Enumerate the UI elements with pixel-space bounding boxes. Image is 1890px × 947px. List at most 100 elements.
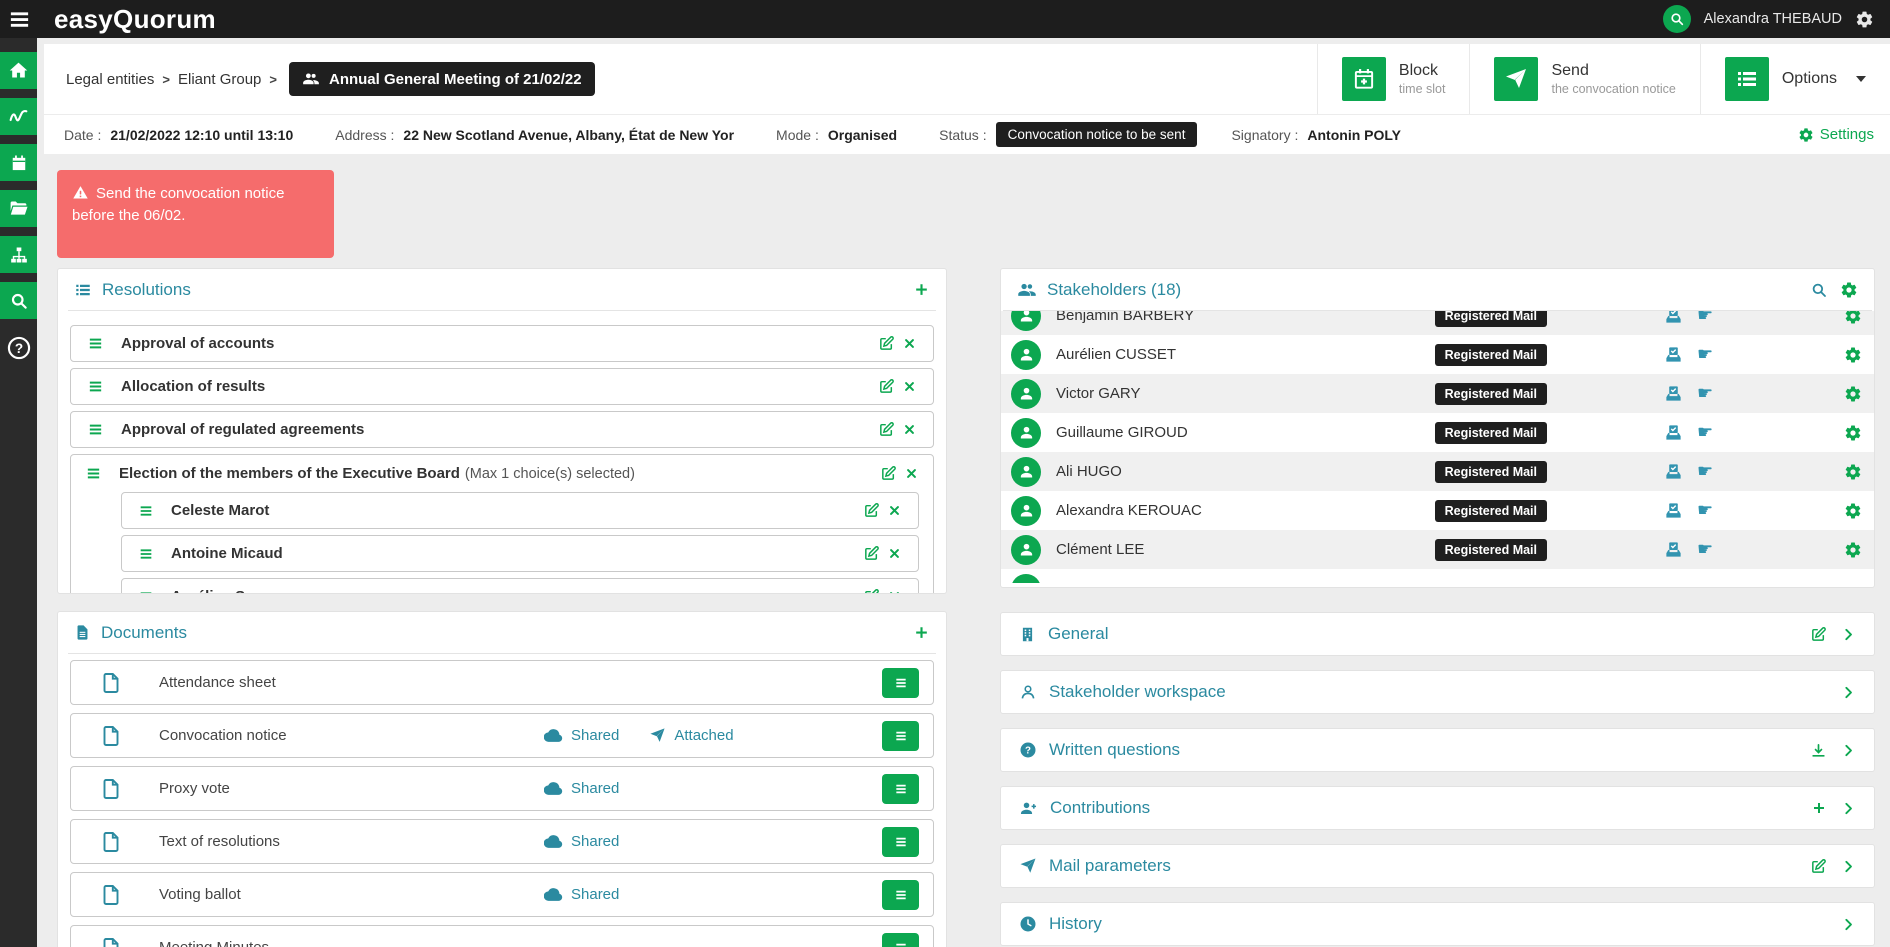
stakeholder-row[interactable]: Aurélien CUSSET Registered Mail ☛	[1001, 335, 1874, 374]
chevron-right-icon[interactable]	[1841, 859, 1856, 874]
vote-ballot-icon[interactable]	[1664, 501, 1683, 520]
row-gear-icon[interactable]	[1844, 311, 1862, 325]
drag-handle-icon[interactable]	[138, 503, 154, 519]
left-sidebar: ?	[0, 38, 37, 947]
global-search-button[interactable]	[1663, 5, 1691, 33]
edit-icon[interactable]	[878, 335, 895, 352]
section-history[interactable]: History	[1000, 902, 1875, 946]
row-gear-icon[interactable]	[1844, 346, 1862, 364]
hand-pointer-icon[interactable]: ☛	[1697, 424, 1713, 442]
chevron-right-icon[interactable]	[1841, 743, 1856, 758]
section-written-questions[interactable]: ? Written questions	[1000, 728, 1875, 772]
hand-pointer-icon[interactable]: ☛	[1697, 385, 1713, 403]
row-gear-icon[interactable]	[1844, 502, 1862, 520]
document-menu-button[interactable]	[882, 721, 919, 751]
attached-status: Attached	[649, 727, 733, 744]
block-time-slot-button[interactable]: Block time slot	[1317, 44, 1470, 114]
delete-x-icon[interactable]	[902, 422, 917, 437]
edit-icon[interactable]	[1810, 858, 1827, 875]
edit-icon[interactable]	[1810, 626, 1827, 643]
edit-icon[interactable]	[878, 421, 895, 438]
settings-button[interactable]: Settings	[1798, 126, 1874, 143]
delete-x-icon[interactable]	[902, 336, 917, 351]
row-gear-icon[interactable]	[1844, 385, 1862, 403]
hand-pointer-icon[interactable]: ☛	[1697, 541, 1713, 559]
edit-icon[interactable]	[863, 545, 880, 562]
document-name: Voting ballot	[159, 886, 544, 903]
drag-handle-icon[interactable]	[85, 465, 102, 482]
drag-handle-icon[interactable]	[138, 589, 154, 595]
stakeholder-row[interactable]: Benjamin BARBERY Registered Mail ☛	[1001, 311, 1874, 335]
edit-icon[interactable]	[878, 378, 895, 395]
edit-icon[interactable]	[863, 588, 880, 594]
delete-x-icon[interactable]	[904, 466, 919, 481]
delete-x-icon[interactable]	[902, 379, 917, 394]
search-icon[interactable]	[1810, 281, 1828, 299]
stakeholder-row[interactable]: Ali HUGO Registered Mail ☛	[1001, 452, 1874, 491]
chevron-right-icon[interactable]	[1841, 685, 1856, 700]
edit-icon[interactable]	[863, 502, 880, 519]
sidebar-search-button[interactable]	[0, 282, 37, 319]
menu-burger-icon[interactable]	[0, 0, 38, 38]
sidebar-calendar-button[interactable]	[0, 144, 37, 181]
drag-handle-icon[interactable]	[87, 378, 104, 395]
document-menu-button[interactable]	[882, 774, 919, 804]
stakeholder-row[interactable]: Victor GARY Registered Mail ☛	[1001, 374, 1874, 413]
vote-ballot-icon[interactable]	[1664, 462, 1683, 481]
user-settings-gear-icon[interactable]	[1855, 10, 1874, 29]
person-outline-icon	[1019, 683, 1037, 701]
sidebar-home-button[interactable]	[0, 52, 37, 89]
stakeholder-row[interactable]: Clément LEE Registered Mail ☛	[1001, 530, 1874, 569]
plus-icon[interactable]	[1811, 800, 1827, 816]
edit-icon[interactable]	[880, 465, 897, 482]
row-gear-icon[interactable]	[1844, 424, 1862, 442]
section-mail-parameters[interactable]: Mail parameters	[1000, 844, 1875, 888]
hand-pointer-icon[interactable]: ☛	[1697, 346, 1713, 364]
hand-pointer-icon[interactable]: ☛	[1697, 502, 1713, 520]
stakeholder-row[interactable]: Guillaume GIROUD Registered Mail ☛	[1001, 413, 1874, 452]
current-user-name[interactable]: Alexandra THEBAUD	[1704, 11, 1842, 27]
section-general[interactable]: General	[1000, 612, 1875, 656]
drag-handle-icon[interactable]	[138, 546, 154, 562]
row-gear-icon[interactable]	[1844, 541, 1862, 559]
help-button[interactable]: ?	[6, 335, 32, 361]
options-dropdown-button[interactable]: Options	[1700, 44, 1890, 114]
chevron-right-icon[interactable]	[1841, 917, 1856, 932]
stakeholders-list[interactable]: Benjamin BARBERY Registered Mail ☛ Aurél…	[1001, 311, 1874, 583]
section-contributions[interactable]: Contributions	[1000, 786, 1875, 830]
hand-pointer-icon[interactable]: ☛	[1697, 463, 1713, 481]
section-stakeholder-workspace[interactable]: Stakeholder workspace	[1000, 670, 1875, 714]
breadcrumb-legal-entities[interactable]: Legal entities	[66, 71, 154, 88]
row-gear-icon[interactable]	[1844, 463, 1862, 481]
hand-pointer-icon[interactable]: ☛	[1697, 311, 1713, 325]
delete-x-icon[interactable]	[887, 503, 902, 518]
document-menu-button[interactable]	[882, 933, 919, 947]
vote-ballot-icon[interactable]	[1664, 540, 1683, 559]
gear-icon[interactable]	[1840, 281, 1858, 299]
vote-ballot-icon[interactable]	[1664, 311, 1683, 325]
drag-handle-icon[interactable]	[87, 335, 104, 352]
document-menu-button[interactable]	[882, 880, 919, 910]
delete-x-icon[interactable]	[887, 589, 902, 594]
chevron-right-icon[interactable]	[1841, 627, 1856, 642]
document-menu-button[interactable]	[882, 827, 919, 857]
drag-handle-icon[interactable]	[87, 421, 104, 438]
sidebar-sitemap-button[interactable]	[0, 236, 37, 273]
stakeholder-row[interactable]: Alexandra KEROUAC Registered Mail ☛	[1001, 491, 1874, 530]
stakeholder-row-partial[interactable]	[1001, 569, 1874, 583]
sidebar-documents-button[interactable]	[0, 190, 37, 227]
breadcrumb-eliant-group[interactable]: Eliant Group	[178, 71, 261, 88]
vote-ballot-icon[interactable]	[1664, 384, 1683, 403]
delete-x-icon[interactable]	[887, 546, 902, 561]
vote-ballot-icon[interactable]	[1664, 423, 1683, 442]
file-icon	[99, 777, 123, 801]
document-menu-button[interactable]	[882, 668, 919, 698]
sidebar-activity-button[interactable]	[0, 98, 37, 135]
add-document-button[interactable]	[913, 624, 930, 641]
vote-ballot-icon[interactable]	[1664, 345, 1683, 364]
attached-label: Attached	[674, 727, 733, 744]
chevron-right-icon[interactable]	[1841, 801, 1856, 816]
download-icon[interactable]	[1810, 742, 1827, 759]
add-resolution-button[interactable]	[913, 281, 930, 298]
send-convocation-button[interactable]: Send the convocation notice	[1469, 44, 1699, 114]
